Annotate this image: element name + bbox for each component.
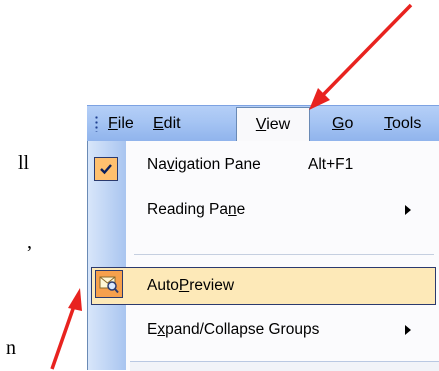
submenu-arrow-icon xyxy=(405,325,411,335)
menu-tools[interactable]: Tools xyxy=(384,106,421,142)
menu-bar: File Edit View Go Tools xyxy=(87,105,439,143)
view-menu-dropdown: Navigation Pane Alt+F1 Reading Pane Auto… xyxy=(87,141,439,371)
background-text-fragment: , xyxy=(27,231,32,253)
menu-go[interactable]: Go xyxy=(332,106,353,142)
background-text-fragment: n xyxy=(6,337,16,359)
annotation-arrow-to-view-menu xyxy=(309,3,413,110)
menu-item-reading-pane[interactable]: Reading Pane xyxy=(88,192,439,228)
background-document-text: ll , n xyxy=(0,0,60,370)
checkmark-icon xyxy=(94,157,118,181)
toolbar-grip-handle[interactable] xyxy=(95,115,98,132)
menu-item-expand-collapse-groups[interactable]: Expand/Collapse Groups xyxy=(88,312,439,348)
submenu-arrow-icon xyxy=(405,205,411,215)
menu-item-navigation-pane[interactable]: Navigation Pane Alt+F1 xyxy=(88,147,439,183)
menu-item-autopreview[interactable]: AutoPreview xyxy=(91,267,436,305)
menu-file[interactable]: File xyxy=(108,106,134,142)
autopreview-envelope-icon xyxy=(95,270,123,298)
menu-edit[interactable]: Edit xyxy=(153,106,181,142)
background-text-fragment: ll xyxy=(18,152,30,174)
menu-view[interactable]: View xyxy=(236,107,310,143)
menu-separator xyxy=(134,254,434,255)
shortcut-label: Alt+F1 xyxy=(308,156,354,173)
